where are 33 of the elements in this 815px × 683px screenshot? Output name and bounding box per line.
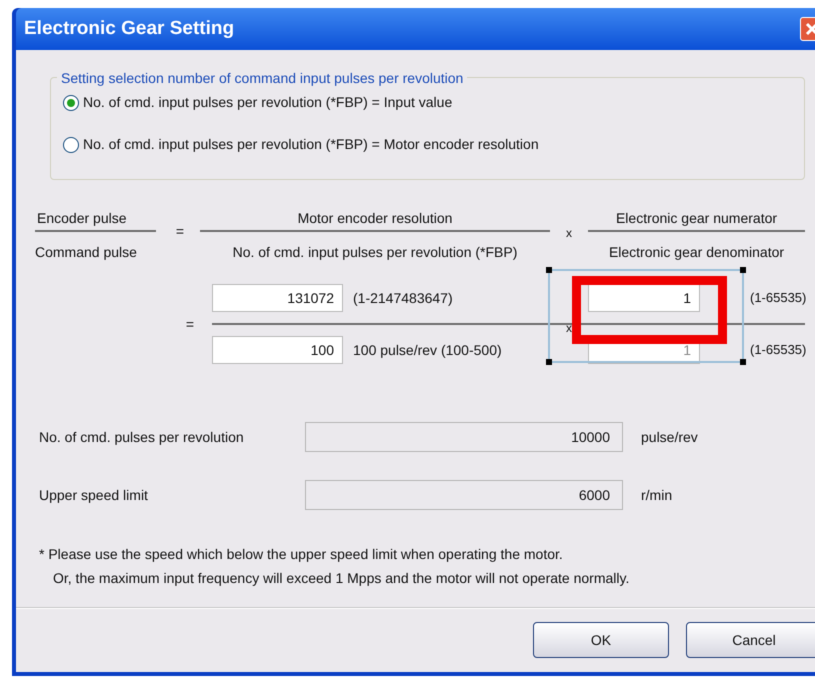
radio-button[interactable] (63, 94, 79, 110)
times-sign: x (565, 320, 573, 337)
formula-label: Motor encoder resolution (298, 209, 452, 228)
dialog-button[interactable]: OK (533, 622, 669, 658)
formula-label: Encoder pulse (36, 209, 127, 228)
number-input[interactable]: 100 (212, 336, 343, 364)
number-input[interactable]: 131072 (212, 284, 343, 312)
formula-label: Electronic gear numerator (616, 209, 778, 228)
equals-sign: = (184, 314, 195, 334)
radio-label: No. of cmd. input pulses per revolution (*FBP) = Input value (83, 93, 452, 112)
formula-label: Electronic gear denominator (608, 243, 784, 262)
readonly-field: 10000 (305, 422, 623, 452)
range-label: (1-65535) (750, 341, 806, 360)
readonly-field: 6000 (305, 480, 623, 510)
window-title: Electronic Gear Setting (24, 16, 234, 41)
note-text: Or, the maximum input frequency will exceed 1 Mpps and the motor will not operate normally. (52, 569, 630, 588)
radio-button[interactable] (63, 136, 79, 152)
range-label: 100 pulse/rev (100-500) (353, 340, 502, 360)
unit-label: r/min (641, 486, 672, 504)
times-sign: x (565, 225, 573, 242)
field-label: Upper speed limit (39, 486, 149, 505)
formula-label: Command pulse (35, 243, 137, 262)
dialog-button[interactable]: Cancel (686, 622, 815, 658)
equals-sign: = (174, 222, 186, 240)
field-label: No. of cmd. pulses per revolution (39, 428, 245, 447)
range-label: (1-65535) (750, 289, 806, 308)
close-icon (805, 22, 815, 36)
formula-label: No. of cmd. input pulses per revolution (*FBP) (232, 243, 518, 262)
range-label: (1-2147483647) (353, 288, 453, 308)
number-input[interactable]: 1 (588, 284, 700, 312)
unit-label: pulse/rev (641, 428, 698, 447)
note-text: * Please use the speed which below the upper speed limit when operating the motor. (39, 545, 564, 564)
radio-label: No. of cmd. input pulses per revolution (*FBP) = Motor encoder resolution (83, 135, 539, 154)
